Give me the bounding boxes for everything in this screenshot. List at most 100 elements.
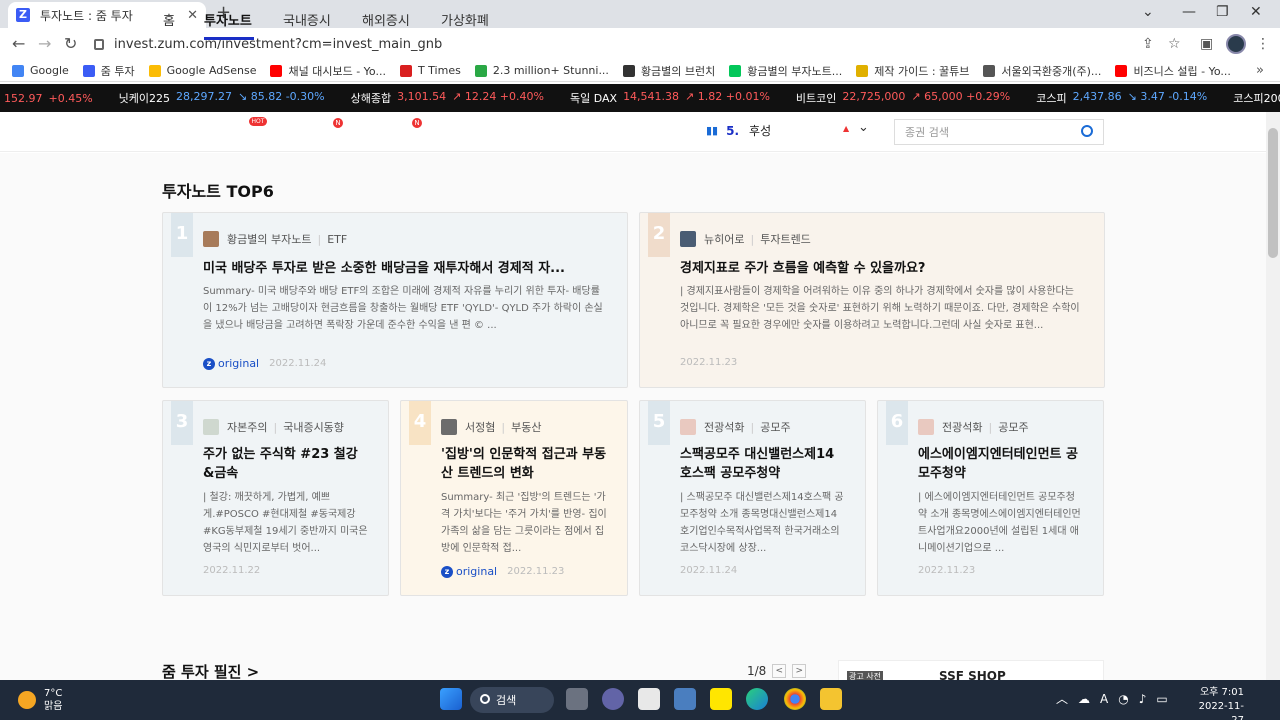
note-card[interactable]: 2 뉴히어로 | 투자트렌드 경제지표로 주가 흐름을 예측할 수 있을까요? | 경제지… <box>639 212 1105 388</box>
card-title[interactable]: 주가 없는 주식학 #23 철강&금속 <box>203 445 368 483</box>
card-title[interactable]: 미국 배당주 투자로 받은 소중한 배당금을 재투자해서 경제적 자... <box>203 259 607 278</box>
card-author[interactable]: 자본주의 | 국내증시동향 <box>203 419 344 435</box>
chrome-icon[interactable] <box>784 688 806 710</box>
bookmark-favicon-icon <box>856 64 869 77</box>
note-card[interactable]: 4 서정혐 | 부동산 '집방'의 인문학적 접근과 부동산 트렌드의 변화 Summar… <box>400 400 628 596</box>
close-tab-icon[interactable]: ✕ <box>187 8 198 23</box>
rank-text: 후성 <box>749 124 772 138</box>
volume-icon[interactable]: ♪ <box>1139 692 1147 706</box>
nav-crypto[interactable]: 가상화폐 <box>441 10 489 29</box>
bookmarks-overflow-icon[interactable]: » <box>1256 63 1264 78</box>
card-author[interactable]: 서정혐 | 부동산 <box>441 419 541 435</box>
close-window-icon[interactable]: ✕ <box>1250 4 1262 20</box>
nav-overseas[interactable]: 해외증시 <box>362 10 410 29</box>
chat-icon[interactable] <box>602 688 624 710</box>
cloud-icon[interactable]: ☁ <box>1078 692 1090 706</box>
bookmark-item[interactable]: Google <box>12 64 69 77</box>
chevron-down-icon[interactable]: ⌄ <box>858 120 869 135</box>
must-read-title[interactable]: 줌 투자 필진 > <box>162 661 259 682</box>
edge-icon[interactable] <box>746 688 768 710</box>
card-meta: z original 2022.11.23 <box>441 565 564 578</box>
taskbar-search[interactable]: 검색 <box>470 687 554 713</box>
forward-icon[interactable]: → <box>38 34 51 53</box>
bookmark-item[interactable]: 황금별의 브런치 <box>622 63 716 79</box>
menu-kebab-icon[interactable]: ⋮ <box>1256 36 1270 52</box>
card-title[interactable]: 스팩공모주 대신밸런스제14호스팩 공모주청약 <box>680 445 845 483</box>
bookmark-star-icon[interactable]: ☆ <box>1168 36 1181 52</box>
card-author[interactable]: 뉴히어로 | 투자트렌드 <box>680 231 811 247</box>
card-summary: | 에스에이엠지엔터테인먼트 공모주청약 소개 종목명에스에이엠지엔터테인먼트사… <box>918 492 1081 554</box>
profile-avatar[interactable] <box>1226 34 1246 54</box>
reload-icon[interactable]: ↻ <box>64 34 77 53</box>
note-card[interactable]: 1 황금별의 부자노트 | ETF 미국 배당주 투자로 받은 소중한 배당금을 재투자… <box>162 212 628 388</box>
bookmark-label: 황금별의 브런치 <box>640 64 716 78</box>
nav-domestic[interactable]: 국내증시 <box>283 10 331 29</box>
address-bar[interactable]: invest.zum.com/investment?cm=invest_main… <box>90 32 1140 56</box>
ticker-item[interactable]: 상해종합 3,101.54 ↗ 12.24 +0.40% <box>351 90 544 106</box>
pager-prev-button[interactable]: < <box>772 664 787 678</box>
battery-icon[interactable]: ▭ <box>1156 692 1167 706</box>
note-card[interactable]: 3 자본주의 | 국내증시동향 주가 없는 주식학 #23 철강&금속 | 철강: 깨끗하… <box>162 400 389 596</box>
bookmark-item[interactable]: 비즈니스 설립 - Yo... <box>1115 63 1231 79</box>
avatar <box>441 419 457 435</box>
clock[interactable]: 오후 7:01 2022-11-27 <box>1190 686 1244 728</box>
share-icon[interactable]: ⇪ <box>1142 36 1154 52</box>
tray-chevron-icon[interactable]: ︿ <box>1056 690 1068 707</box>
weather-widget[interactable]: 7°C 맑음 <box>18 687 62 713</box>
bookmark-item[interactable]: T Times <box>399 64 461 77</box>
author-name: 뉴히어로 <box>704 233 745 246</box>
back-icon[interactable]: ← <box>12 34 25 53</box>
search-icon[interactable] <box>1081 125 1093 137</box>
bookmark-item[interactable]: 2.3 million+ Stunni... <box>474 64 609 77</box>
card-meta: z original 2022.11.24 <box>203 357 326 370</box>
stock-search-input[interactable]: 종권 검색 <box>894 119 1104 145</box>
windows-start-icon[interactable] <box>440 688 462 710</box>
side-panel-icon[interactable]: ▣ <box>1200 36 1213 52</box>
bookmark-label: T Times <box>417 64 461 77</box>
kakaotalk-icon[interactable] <box>710 688 732 710</box>
maximize-icon[interactable]: ❐ <box>1216 4 1229 20</box>
bookmark-item[interactable]: 황금별의 부자노트... <box>729 63 842 79</box>
pager-next-button[interactable]: > <box>792 664 807 678</box>
ime-icon[interactable]: A <box>1100 692 1108 706</box>
card-author[interactable]: 전광석화 | 공모주 <box>680 419 791 435</box>
bookmark-favicon-icon <box>983 64 996 77</box>
file-explorer-icon[interactable] <box>820 688 842 710</box>
ticker-item[interactable]: 독일 DAX 14,541.38 ↗ 1.82 +0.01% <box>570 90 770 106</box>
card-title[interactable]: '집방'의 인문학적 접근과 부동산 트렌드의 변화 <box>441 445 607 483</box>
tab-search-chevron-icon[interactable]: ⌄ <box>1142 4 1154 20</box>
avatar <box>203 419 219 435</box>
minimize-icon[interactable]: — <box>1182 4 1196 20</box>
ticker-item[interactable]: 코스피 2,437.86 ↘ 3.47 -0.14% <box>1036 90 1207 106</box>
card-author[interactable]: 전광석화 | 공모주 <box>918 419 1029 435</box>
note-card[interactable]: 5 전광석화 | 공모주 스팩공모주 대신밸런스제14호스팩 공모주청약 | 스팩공모주 … <box>639 400 866 596</box>
bookmark-item[interactable]: 채널 대시보드 - Yo... <box>270 63 386 79</box>
ticker-item[interactable]: 닛케이225 28,297.27 ↘ 85.82 -0.30% <box>119 90 325 106</box>
ticker-item[interactable]: 코스피200316.07↘ 1.23 -0.39% <box>1233 90 1280 106</box>
task-view-icon[interactable] <box>566 688 588 710</box>
bookmark-item[interactable]: 줌 투자 <box>82 63 135 79</box>
card-author[interactable]: 황금별의 부자노트 | ETF <box>203 231 347 247</box>
ticker-item[interactable]: 비트코인 22,725,000 ↗ 65,000 +0.29% <box>796 90 1010 106</box>
browser-tab[interactable]: Z 투자노트 : 줌 투자 ✕ <box>8 2 206 28</box>
trending-rank[interactable]: ▮▮ 5. 후성 <box>706 122 771 139</box>
ticker-item[interactable]: 152.97 +0.45% <box>0 92 93 105</box>
snipping-tool-icon[interactable] <box>638 688 660 710</box>
bookmark-item[interactable]: 제작 가이드 : 꿀튜브 <box>856 63 969 79</box>
nav-invest-note[interactable]: 투자노트 <box>204 10 252 29</box>
nav-home[interactable]: 홈 <box>163 10 175 29</box>
rank-badge: 5 <box>648 401 670 445</box>
ticker-name: 코스피200 <box>1233 92 1280 105</box>
card-title[interactable]: 에스에이엠지엔터테인먼트 공모주청약 <box>918 445 1083 483</box>
card-title[interactable]: 경제지표로 주가 흐름을 예측할 수 있을까요? <box>680 259 1084 278</box>
note-card[interactable]: 6 전광석화 | 공모주 에스에이엠지엔터테인먼트 공모주청약 | 에스에이엠지엔터테인먼… <box>877 400 1104 596</box>
wifi-icon[interactable]: ◔ <box>1118 692 1128 706</box>
bookmark-label: Google AdSense <box>166 64 257 77</box>
scrollbar-thumb[interactable] <box>1268 128 1278 258</box>
card-summary: Summary- 최근 '집방'의 트렌드는 '가격 가치'보다는 '주거 가치… <box>441 492 607 554</box>
card-date: 2022.11.23 <box>918 565 976 576</box>
calculator-icon[interactable] <box>674 688 696 710</box>
bookmark-favicon-icon <box>474 64 487 77</box>
bookmark-item[interactable]: Google AdSense <box>148 64 257 77</box>
bookmark-item[interactable]: 서울외국환중개(주)... <box>983 63 1101 79</box>
